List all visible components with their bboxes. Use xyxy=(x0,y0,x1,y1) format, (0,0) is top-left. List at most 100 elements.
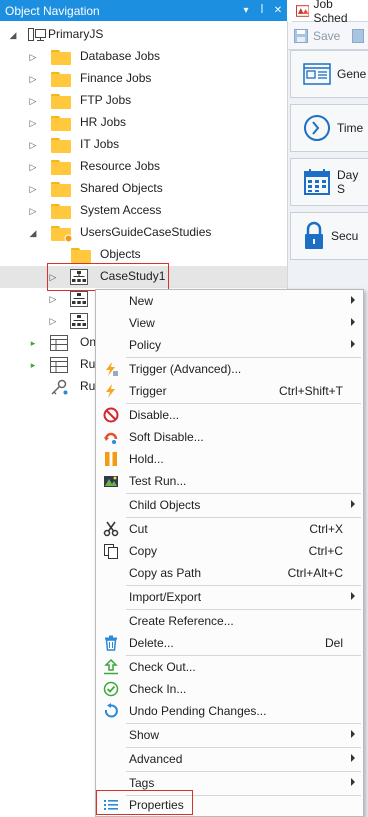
test-run-icon xyxy=(102,472,120,490)
menu-item-copy[interactable]: Copy Ctrl+C xyxy=(96,540,363,562)
pane-title: Object Navigation xyxy=(5,3,100,18)
tree-item-label: Objects xyxy=(100,247,141,261)
properties-list-icon xyxy=(102,796,120,814)
hold-icon xyxy=(102,450,120,468)
tree-item-folder[interactable]: ▷ System Access xyxy=(0,200,287,222)
tree-item-label: Ru xyxy=(80,379,96,393)
menu-item-new[interactable]: New xyxy=(96,290,363,312)
menu-item-soft-disable[interactable]: Soft Disable... xyxy=(96,426,363,448)
menu-item-advanced[interactable]: Advanced xyxy=(96,748,363,770)
tree-item-label: Shared Objects xyxy=(80,181,163,195)
trigger-advanced-icon xyxy=(102,360,120,378)
menu-item-show[interactable]: Show xyxy=(96,724,363,746)
security-section-button[interactable]: Secu xyxy=(290,212,368,260)
job-scheduler-icon xyxy=(296,4,310,17)
menu-item-label: Check Out... xyxy=(129,660,196,674)
day-selection-button[interactable]: Day S xyxy=(290,158,368,206)
expand-arrow-icon[interactable]: ▷ xyxy=(28,134,38,156)
expand-arrow-icon[interactable]: ▸ xyxy=(28,332,38,354)
submenu-arrow-icon xyxy=(351,778,355,786)
general-icon xyxy=(303,63,331,85)
time-section-button[interactable]: Time xyxy=(290,104,368,152)
submenu-arrow-icon xyxy=(351,754,355,762)
menu-item-label: New xyxy=(129,294,154,308)
menu-item-copy-as-path[interactable]: Copy as Path Ctrl+Alt+C xyxy=(96,562,363,584)
menu-item-undo-pending-changes[interactable]: Undo Pending Changes... xyxy=(96,700,363,722)
tree-item-folder[interactable]: ▷ Database Jobs xyxy=(0,46,287,68)
tree-item-folder[interactable]: Objects xyxy=(0,244,287,266)
menu-item-trigger-advanced[interactable]: Trigger (Advanced)... xyxy=(96,358,363,380)
tree-item-primaryjs[interactable]: ◢ PrimaryJS xyxy=(0,24,287,46)
tree-item-folder[interactable]: ▷ Shared Objects xyxy=(0,178,287,200)
tab-label: Job Sched xyxy=(313,0,348,25)
menu-item-disable[interactable]: Disable... xyxy=(96,404,363,426)
expand-arrow-icon[interactable]: ▷ xyxy=(48,310,58,332)
tree-item-label: Resource Jobs xyxy=(80,159,161,173)
menu-item-label: Check In... xyxy=(129,682,187,696)
menu-item-policy[interactable]: Policy xyxy=(96,334,363,356)
save-all-icon[interactable] xyxy=(352,28,365,43)
toolbar: Save xyxy=(288,22,368,50)
tree-item-label: CaseStudy1 xyxy=(100,269,166,283)
menu-item-label: Advanced xyxy=(129,752,183,766)
tree-item-folder[interactable]: ▷ IT Jobs xyxy=(0,134,287,156)
tree-item-folder[interactable]: ▷ FTP Jobs xyxy=(0,90,287,112)
menu-item-label: Import/Export xyxy=(129,590,202,604)
dropdown-icon[interactable]: ▾ xyxy=(239,5,253,16)
tree-item-folder[interactable]: ▷ Resource Jobs xyxy=(0,156,287,178)
computer-icon xyxy=(28,28,46,41)
tree-item-folder-expanded[interactable]: ◢ UsersGuideCaseStudies xyxy=(0,222,287,244)
menu-item-view[interactable]: View xyxy=(96,312,363,334)
app-window: Object Navigation ▾ ꟾ ✕ ◢ PrimaryJS ▷ Da… xyxy=(0,0,368,817)
schedule-icon xyxy=(50,357,68,373)
expand-arrow-icon[interactable]: ▷ xyxy=(28,112,38,134)
menu-item-label: Undo Pending Changes... xyxy=(129,704,267,718)
menu-item-tags[interactable]: Tags xyxy=(96,772,363,794)
expand-arrow-icon[interactable]: ▷ xyxy=(28,46,38,68)
expand-arrow-icon[interactable]: ▷ xyxy=(28,90,38,112)
folder-icon xyxy=(51,94,71,109)
menu-item-child-objects[interactable]: Child Objects xyxy=(96,494,363,516)
submenu-arrow-icon xyxy=(351,340,355,348)
scissors-icon xyxy=(102,520,120,538)
menu-item-cut[interactable]: Cut Ctrl+X xyxy=(96,518,363,540)
expand-arrow-icon[interactable]: ▷ xyxy=(28,178,38,200)
menu-item-trigger[interactable]: Trigger Ctrl+Shift+T xyxy=(96,380,363,402)
pin-icon[interactable]: ꟾ xyxy=(255,5,269,16)
expand-arrow-icon[interactable]: ▷ xyxy=(28,68,38,90)
tree-item-folder[interactable]: ▷ HR Jobs xyxy=(0,112,287,134)
expand-arrow-icon[interactable]: ▷ xyxy=(28,156,38,178)
tab-job-scheduler[interactable]: Job Sched xyxy=(292,0,368,25)
expand-arrow-icon[interactable]: ▷ xyxy=(48,266,58,288)
tree-item-casestudy1[interactable]: ▷ CaseStudy1 xyxy=(0,266,287,288)
save-button[interactable]: Save xyxy=(313,29,340,43)
check-out-icon xyxy=(102,658,120,676)
menu-item-label: Policy xyxy=(129,338,162,352)
expand-arrow-icon[interactable]: ▸ xyxy=(28,354,38,376)
expand-arrow-icon[interactable]: ▷ xyxy=(48,288,58,310)
menu-item-delete[interactable]: Delete... Del xyxy=(96,632,363,654)
menu-item-test-run[interactable]: Test Run... xyxy=(96,470,363,492)
menu-item-label: Create Reference... xyxy=(129,614,234,628)
collapse-arrow-icon[interactable]: ◢ xyxy=(8,24,18,46)
menu-item-hold[interactable]: Hold... xyxy=(96,448,363,470)
tree-item-folder[interactable]: ▷ Finance Jobs xyxy=(0,68,287,90)
menu-item-check-out[interactable]: Check Out... xyxy=(96,656,363,678)
menu-item-create-reference[interactable]: Create Reference... xyxy=(96,610,363,632)
menu-item-shortcut: Ctrl+X xyxy=(309,522,343,536)
general-section-button[interactable]: Gene xyxy=(290,50,368,98)
expand-arrow-icon[interactable]: ▷ xyxy=(28,200,38,222)
tree-item-label: System Access xyxy=(80,203,162,217)
menu-item-label: Child Objects xyxy=(129,498,201,512)
save-icon[interactable] xyxy=(294,28,308,43)
collapse-arrow-icon[interactable]: ◢ xyxy=(28,222,38,244)
menu-item-check-in[interactable]: Check In... xyxy=(96,678,363,700)
folder-icon xyxy=(51,72,71,87)
check-in-icon xyxy=(102,680,120,698)
menu-item-import-export[interactable]: Import/Export xyxy=(96,586,363,608)
object-navigation-header: Object Navigation ▾ ꟾ ✕ xyxy=(0,0,287,21)
submenu-arrow-icon xyxy=(351,318,355,326)
trash-icon xyxy=(102,634,120,652)
menu-item-properties[interactable]: Properties xyxy=(96,794,363,816)
close-icon[interactable]: ✕ xyxy=(271,5,285,16)
